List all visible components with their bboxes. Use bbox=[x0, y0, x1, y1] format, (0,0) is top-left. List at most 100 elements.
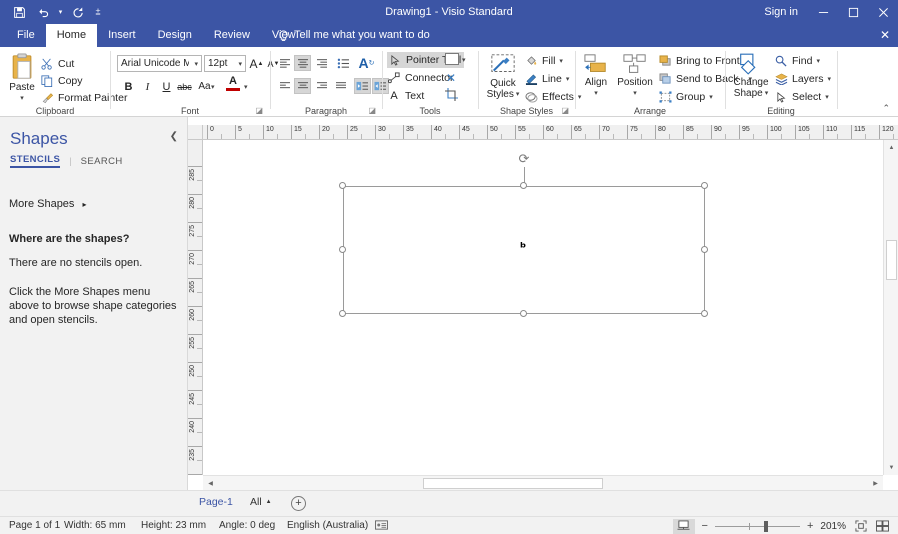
add-page-button[interactable]: + bbox=[291, 496, 306, 511]
crop-icon[interactable] bbox=[445, 88, 459, 104]
more-shapes-menu[interactable]: More Shapes ▸ bbox=[9, 198, 86, 210]
resize-handle[interactable] bbox=[701, 246, 708, 253]
scroll-right-icon[interactable]: ▶ bbox=[868, 476, 883, 491]
horizontal-scroll-thumb[interactable] bbox=[423, 478, 603, 489]
cut-button[interactable]: Cut bbox=[40, 56, 74, 72]
macro-record-icon[interactable] bbox=[375, 519, 388, 534]
bold-button[interactable]: B bbox=[119, 77, 138, 96]
paste-button[interactable]: Paste ▾ bbox=[4, 53, 40, 104]
minimize-button[interactable] bbox=[808, 0, 838, 24]
ruler-corner[interactable] bbox=[188, 125, 203, 140]
close-icon[interactable]: ✕ bbox=[446, 71, 456, 85]
position-dropdown-icon[interactable]: ▾ bbox=[633, 88, 637, 99]
scroll-down-icon[interactable]: ▼ bbox=[884, 460, 898, 475]
vertical-scroll-thumb[interactable] bbox=[886, 240, 897, 280]
tab-design[interactable]: Design bbox=[147, 24, 203, 47]
align-middle-button[interactable] bbox=[294, 78, 311, 94]
align-right-button[interactable] bbox=[313, 55, 330, 71]
maximize-button[interactable] bbox=[838, 0, 868, 24]
underline-button[interactable]: U bbox=[157, 77, 176, 96]
rotation-handle[interactable]: ⟳ bbox=[517, 151, 531, 166]
resize-handle[interactable] bbox=[701, 310, 708, 317]
collapse-panel-icon[interactable]: ❮ bbox=[170, 131, 178, 142]
horizontal-ruler[interactable]: 0 5 10 15 20 25 30 35 40 45 50 55 60 65 70 75 80 85 90 95 10… bbox=[203, 125, 898, 140]
resize-handle[interactable] bbox=[339, 310, 346, 317]
align-dropdown-icon[interactable]: ▾ bbox=[594, 88, 598, 99]
italic-button[interactable]: I bbox=[138, 77, 157, 96]
sign-in-button[interactable]: Sign in bbox=[754, 0, 808, 24]
scroll-left-icon[interactable]: ◀ bbox=[203, 476, 218, 491]
collapse-ribbon-button[interactable]: ⌃ bbox=[882, 103, 890, 114]
line-dropdown-icon[interactable]: ▾ bbox=[566, 75, 570, 83]
tab-insert[interactable]: Insert bbox=[97, 24, 147, 47]
page-view-icon[interactable] bbox=[672, 518, 695, 534]
change-shape-button[interactable]: Change Shape ▾ bbox=[730, 52, 772, 99]
resize-handle[interactable] bbox=[701, 182, 708, 189]
paragraph-dialog-launcher[interactable]: ◪ bbox=[368, 106, 376, 115]
position-button[interactable]: Position ▾ bbox=[614, 53, 656, 99]
connector-button[interactable]: Connector bbox=[387, 70, 453, 86]
vertical-scrollbar[interactable]: ▲ ▼ bbox=[883, 140, 898, 475]
horizontal-scrollbar[interactable]: ◀ ▶ bbox=[203, 475, 883, 490]
align-button[interactable]: Align ▾ bbox=[581, 53, 611, 99]
line-button[interactable]: Line ▾ bbox=[524, 71, 569, 87]
tab-home[interactable]: Home bbox=[45, 24, 98, 47]
justify-button[interactable] bbox=[332, 78, 349, 94]
layers-dropdown-icon[interactable]: ▾ bbox=[828, 75, 832, 83]
fit-page-icon[interactable] bbox=[853, 520, 868, 533]
align-bottom-button[interactable] bbox=[313, 78, 330, 94]
close-button[interactable] bbox=[868, 0, 898, 24]
tab-review[interactable]: Review bbox=[203, 24, 261, 47]
close-document-button[interactable]: ✕ bbox=[880, 24, 890, 47]
align-top-button[interactable] bbox=[276, 78, 293, 94]
find-dropdown-icon[interactable]: ▾ bbox=[816, 57, 820, 65]
zoom-in-button[interactable]: + bbox=[807, 520, 813, 532]
page-tab-page-1[interactable]: Page-1 bbox=[199, 496, 233, 508]
text-direction-button[interactable]: A ↻ bbox=[357, 53, 376, 72]
all-pages-button[interactable]: All ▲ bbox=[250, 496, 272, 508]
tell-me-search[interactable]: Tell me what you want to do bbox=[278, 24, 430, 47]
resize-handle[interactable] bbox=[520, 182, 527, 189]
chevron-down-icon[interactable]: ▾ bbox=[238, 60, 245, 68]
drawing-canvas[interactable]: ⟳ ᵇ bbox=[203, 140, 883, 475]
zoom-slider-thumb[interactable] bbox=[763, 520, 768, 532]
scroll-up-icon[interactable]: ▲ bbox=[884, 140, 898, 155]
copy-button[interactable]: Copy bbox=[40, 73, 83, 89]
resize-handle[interactable] bbox=[520, 310, 527, 317]
paste-dropdown-icon[interactable]: ▾ bbox=[20, 93, 24, 104]
font-color-button[interactable]: A bbox=[224, 76, 242, 91]
rectangle-icon[interactable] bbox=[445, 53, 459, 65]
layers-button[interactable]: Layers ▾ bbox=[774, 71, 831, 87]
group-dropdown-icon[interactable]: ▾ bbox=[709, 93, 713, 101]
fit-window-icon[interactable] bbox=[875, 520, 890, 533]
select-button[interactable]: Select ▾ bbox=[774, 89, 829, 105]
zoom-slider[interactable] bbox=[714, 520, 800, 532]
resize-handle[interactable] bbox=[339, 246, 346, 253]
fill-dropdown-icon[interactable]: ▾ bbox=[559, 57, 563, 65]
strikethrough-button[interactable]: abc bbox=[175, 77, 194, 96]
language-status[interactable]: English (Australia) bbox=[287, 520, 368, 531]
align-left-button[interactable] bbox=[276, 55, 293, 71]
font-dialog-launcher[interactable]: ◪ bbox=[255, 106, 263, 115]
group-button[interactable]: Group ▾ bbox=[658, 89, 713, 105]
change-case-dropdown-icon[interactable]: ▾ bbox=[211, 83, 215, 91]
find-button[interactable]: Find ▾ bbox=[774, 53, 820, 69]
tab-stencils[interactable]: STENCILS bbox=[10, 154, 61, 168]
tab-file[interactable]: File bbox=[6, 24, 46, 47]
resize-handle[interactable] bbox=[339, 182, 346, 189]
quick-styles-button[interactable]: Quick Styles ▾ bbox=[484, 52, 522, 100]
fill-button[interactable]: Fill ▾ bbox=[524, 53, 563, 69]
zoom-out-button[interactable]: − bbox=[702, 520, 708, 532]
font-color-dropdown-icon[interactable]: ▾ bbox=[244, 83, 248, 91]
shape-styles-dialog-launcher[interactable]: ◪ bbox=[561, 106, 569, 115]
zoom-level-label[interactable]: 201% bbox=[820, 521, 846, 532]
decrease-indent-button[interactable] bbox=[354, 78, 371, 94]
text-tool-button[interactable]: A Text bbox=[387, 88, 424, 104]
align-center-button[interactable] bbox=[294, 55, 311, 71]
tab-search[interactable]: SEARCH bbox=[81, 156, 123, 167]
font-family-combo[interactable]: Arial Unicode MS ▾ bbox=[117, 55, 202, 72]
effects-button[interactable]: Effects ▾ bbox=[524, 89, 581, 105]
select-dropdown-icon[interactable]: ▾ bbox=[825, 93, 829, 101]
bullets-button[interactable] bbox=[335, 55, 352, 71]
font-size-combo[interactable]: 12pt ▾ bbox=[204, 55, 246, 72]
